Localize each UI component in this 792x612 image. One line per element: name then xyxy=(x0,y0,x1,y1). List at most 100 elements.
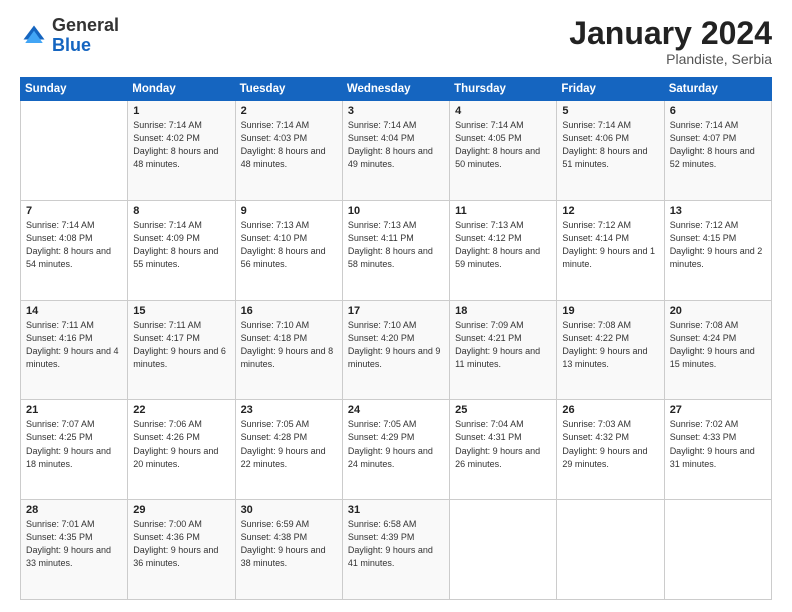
logo: General Blue xyxy=(20,16,119,56)
calendar-week-row: 21 Sunrise: 7:07 AMSunset: 4:25 PMDayligh… xyxy=(21,400,772,500)
day-number: 7 xyxy=(26,205,122,217)
day-info: Sunrise: 7:13 AMSunset: 4:10 PMDaylight:… xyxy=(241,219,337,271)
day-info: Sunrise: 7:13 AMSunset: 4:11 PMDaylight:… xyxy=(348,219,444,271)
day-info: Sunrise: 7:14 AMSunset: 4:06 PMDaylight:… xyxy=(562,119,658,171)
calendar-week-row: 28 Sunrise: 7:01 AMSunset: 4:35 PMDayligh… xyxy=(21,500,772,600)
calendar-cell: 23 Sunrise: 7:05 AMSunset: 4:28 PMDayligh… xyxy=(235,400,342,500)
day-info: Sunrise: 7:05 AMSunset: 4:29 PMDaylight:… xyxy=(348,418,444,470)
col-saturday: Saturday xyxy=(664,78,771,101)
day-number: 28 xyxy=(26,504,122,516)
day-info: Sunrise: 7:11 AMSunset: 4:16 PMDaylight:… xyxy=(26,319,122,371)
calendar-header: Sunday Monday Tuesday Wednesday Thursday… xyxy=(21,78,772,101)
calendar-week-row: 1 Sunrise: 7:14 AMSunset: 4:02 PMDaylight… xyxy=(21,101,772,201)
day-number: 9 xyxy=(241,205,337,217)
col-friday: Friday xyxy=(557,78,664,101)
day-info: Sunrise: 7:00 AMSunset: 4:36 PMDaylight:… xyxy=(133,518,229,570)
calendar-cell: 1 Sunrise: 7:14 AMSunset: 4:02 PMDaylight… xyxy=(128,101,235,201)
day-info: Sunrise: 7:08 AMSunset: 4:22 PMDaylight:… xyxy=(562,319,658,371)
calendar-cell: 15Sunrise: 7:11 AMSunset: 4:17 PMDayligh… xyxy=(128,300,235,400)
day-info: Sunrise: 7:01 AMSunset: 4:35 PMDaylight:… xyxy=(26,518,122,570)
calendar-cell: 4 Sunrise: 7:14 AMSunset: 4:05 PMDaylight… xyxy=(450,101,557,201)
calendar-cell: 7 Sunrise: 7:14 AMSunset: 4:08 PMDaylight… xyxy=(21,200,128,300)
day-number: 18 xyxy=(455,305,551,317)
day-info: Sunrise: 7:14 AMSunset: 4:05 PMDaylight:… xyxy=(455,119,551,171)
day-number: 24 xyxy=(348,404,444,416)
day-info: Sunrise: 7:06 AMSunset: 4:26 PMDaylight:… xyxy=(133,418,229,470)
day-number: 17 xyxy=(348,305,444,317)
calendar-cell: 3Sunrise: 7:14 AMSunset: 4:04 PMDaylight… xyxy=(342,101,449,201)
calendar-cell: 11 Sunrise: 7:13 AMSunset: 4:12 PMDayligh… xyxy=(450,200,557,300)
calendar-body: 1 Sunrise: 7:14 AMSunset: 4:02 PMDaylight… xyxy=(21,101,772,600)
day-info: Sunrise: 7:10 AMSunset: 4:18 PMDaylight:… xyxy=(241,319,337,371)
day-info: Sunrise: 7:14 AMSunset: 4:02 PMDaylight:… xyxy=(133,119,229,171)
day-number: 26 xyxy=(562,404,658,416)
calendar-cell xyxy=(21,101,128,201)
day-number: 16 xyxy=(241,305,337,317)
calendar-cell: 25Sunrise: 7:04 AMSunset: 4:31 PMDayligh… xyxy=(450,400,557,500)
day-number: 27 xyxy=(670,404,766,416)
day-number: 30 xyxy=(241,504,337,516)
col-wednesday: Wednesday xyxy=(342,78,449,101)
day-number: 5 xyxy=(562,105,658,117)
calendar-cell: 28 Sunrise: 7:01 AMSunset: 4:35 PMDayligh… xyxy=(21,500,128,600)
day-number: 31 xyxy=(348,504,444,516)
day-number: 25 xyxy=(455,404,551,416)
calendar-cell: 8 Sunrise: 7:14 AMSunset: 4:09 PMDaylight… xyxy=(128,200,235,300)
calendar-week-row: 7 Sunrise: 7:14 AMSunset: 4:08 PMDaylight… xyxy=(21,200,772,300)
calendar-cell: 17 Sunrise: 7:10 AMSunset: 4:20 PMDayligh… xyxy=(342,300,449,400)
calendar-cell: 21 Sunrise: 7:07 AMSunset: 4:25 PMDayligh… xyxy=(21,400,128,500)
col-tuesday: Tuesday xyxy=(235,78,342,101)
day-info: Sunrise: 7:07 AMSunset: 4:25 PMDaylight:… xyxy=(26,418,122,470)
title-block: January 2024 Plandiste, Serbia xyxy=(569,16,772,67)
month-title: January 2024 xyxy=(569,16,772,51)
day-info: Sunrise: 7:14 AMSunset: 4:07 PMDaylight:… xyxy=(670,119,766,171)
calendar-cell: 10 Sunrise: 7:13 AMSunset: 4:11 PMDayligh… xyxy=(342,200,449,300)
day-number: 1 xyxy=(133,105,229,117)
day-info: Sunrise: 7:08 AMSunset: 4:24 PMDaylight:… xyxy=(670,319,766,371)
calendar-cell: 12 Sunrise: 7:12 AMSunset: 4:14 PMDayligh… xyxy=(557,200,664,300)
day-info: Sunrise: 7:02 AMSunset: 4:33 PMDaylight:… xyxy=(670,418,766,470)
day-number: 4 xyxy=(455,105,551,117)
header: General Blue January 2024 Plandiste, Ser… xyxy=(20,16,772,67)
calendar-page: General Blue January 2024 Plandiste, Ser… xyxy=(0,0,792,612)
calendar-cell xyxy=(664,500,771,600)
day-number: 15 xyxy=(133,305,229,317)
day-info: Sunrise: 7:12 AMSunset: 4:14 PMDaylight:… xyxy=(562,219,658,271)
calendar-cell: 22Sunrise: 7:06 AMSunset: 4:26 PMDayligh… xyxy=(128,400,235,500)
day-info: Sunrise: 6:58 AMSunset: 4:39 PMDaylight:… xyxy=(348,518,444,570)
calendar-cell: 2Sunrise: 7:14 AMSunset: 4:03 PMDaylight… xyxy=(235,101,342,201)
calendar-cell: 5 Sunrise: 7:14 AMSunset: 4:06 PMDaylight… xyxy=(557,101,664,201)
day-number: 21 xyxy=(26,404,122,416)
day-number: 12 xyxy=(562,205,658,217)
day-info: Sunrise: 7:10 AMSunset: 4:20 PMDaylight:… xyxy=(348,319,444,371)
day-info: Sunrise: 7:13 AMSunset: 4:12 PMDaylight:… xyxy=(455,219,551,271)
day-number: 11 xyxy=(455,205,551,217)
calendar-cell: 9 Sunrise: 7:13 AMSunset: 4:10 PMDaylight… xyxy=(235,200,342,300)
day-info: Sunrise: 7:14 AMSunset: 4:04 PMDaylight:… xyxy=(348,119,444,171)
calendar-cell xyxy=(450,500,557,600)
header-row: Sunday Monday Tuesday Wednesday Thursday… xyxy=(21,78,772,101)
calendar-cell: 20Sunrise: 7:08 AMSunset: 4:24 PMDayligh… xyxy=(664,300,771,400)
day-number: 6 xyxy=(670,105,766,117)
calendar-cell: 18Sunrise: 7:09 AMSunset: 4:21 PMDayligh… xyxy=(450,300,557,400)
day-info: Sunrise: 7:03 AMSunset: 4:32 PMDaylight:… xyxy=(562,418,658,470)
day-number: 8 xyxy=(133,205,229,217)
day-number: 10 xyxy=(348,205,444,217)
logo-general: General xyxy=(52,15,119,35)
day-info: Sunrise: 6:59 AMSunset: 4:38 PMDaylight:… xyxy=(241,518,337,570)
day-info: Sunrise: 7:12 AMSunset: 4:15 PMDaylight:… xyxy=(670,219,766,271)
calendar-cell: 29 Sunrise: 7:00 AMSunset: 4:36 PMDayligh… xyxy=(128,500,235,600)
calendar-cell: 26 Sunrise: 7:03 AMSunset: 4:32 PMDayligh… xyxy=(557,400,664,500)
day-info: Sunrise: 7:05 AMSunset: 4:28 PMDaylight:… xyxy=(241,418,337,470)
calendar-cell: 14Sunrise: 7:11 AMSunset: 4:16 PMDayligh… xyxy=(21,300,128,400)
day-info: Sunrise: 7:14 AMSunset: 4:08 PMDaylight:… xyxy=(26,219,122,271)
calendar-cell: 24 Sunrise: 7:05 AMSunset: 4:29 PMDayligh… xyxy=(342,400,449,500)
calendar-cell: 27 Sunrise: 7:02 AMSunset: 4:33 PMDayligh… xyxy=(664,400,771,500)
day-number: 29 xyxy=(133,504,229,516)
location: Plandiste, Serbia xyxy=(569,51,772,67)
day-number: 2 xyxy=(241,105,337,117)
calendar-table: Sunday Monday Tuesday Wednesday Thursday… xyxy=(20,77,772,600)
day-info: Sunrise: 7:14 AMSunset: 4:09 PMDaylight:… xyxy=(133,219,229,271)
col-monday: Monday xyxy=(128,78,235,101)
day-number: 23 xyxy=(241,404,337,416)
